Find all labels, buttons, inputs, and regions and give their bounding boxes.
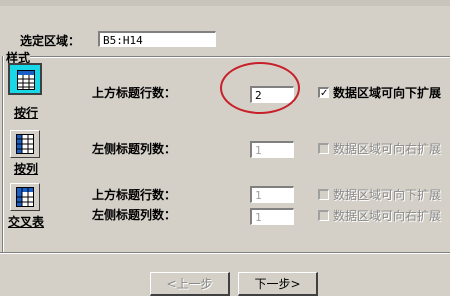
selection-range-input[interactable]: B5:H14 [98, 31, 216, 47]
grid-icon [16, 134, 34, 154]
expand-down-checkbox[interactable]: ✓ [318, 87, 329, 99]
cross-top-rows-label: 上方标题行数： [92, 188, 177, 202]
by-column-button[interactable] [10, 130, 40, 158]
prev-step-button[interactable]: <上一步 [150, 272, 230, 296]
selection-label: 选定区域： [20, 34, 81, 48]
group-divider-top [30, 56, 450, 58]
cross-top-rows-input[interactable]: 1 [250, 186, 294, 203]
cross-left-cols-input[interactable]: 1 [250, 208, 294, 225]
group-divider-bottom [0, 252, 450, 254]
grid-icon [17, 70, 35, 90]
checkmark-icon: ✓ [320, 88, 329, 99]
grid-icon [16, 187, 34, 207]
cross-expand-down-label: 数据区域可向下扩展 [333, 188, 442, 202]
left-header-cols-input[interactable]: 1 [250, 141, 294, 158]
cross-left-cols-label: 左侧标题列数： [92, 208, 177, 222]
cross-expand-right-label: 数据区域可向右扩展 [333, 209, 442, 223]
by-row-caption: 按行 [14, 106, 39, 120]
cross-expand-right-checkbox[interactable] [318, 210, 329, 221]
by-row-button[interactable] [8, 63, 42, 95]
by-column-caption: 按列 [14, 162, 39, 176]
cross-table-caption: 交叉表 [8, 215, 45, 229]
top-header-rows-input[interactable]: 2 [250, 86, 294, 103]
expand-down-label: 数据区域可向下扩展 [333, 86, 442, 100]
group-divider-left [2, 56, 4, 252]
cross-expand-down-checkbox[interactable] [318, 189, 329, 200]
next-step-button[interactable]: 下一步> [238, 272, 318, 296]
cross-table-button[interactable] [10, 183, 40, 211]
top-header-rows-label: 上方标题行数： [92, 86, 177, 100]
expand-right-checkbox[interactable] [318, 143, 329, 154]
expand-right-label: 数据区域可向右扩展 [333, 142, 442, 156]
window-top-edge [0, 0, 450, 6]
left-header-cols-label: 左侧标题列数： [92, 142, 177, 156]
